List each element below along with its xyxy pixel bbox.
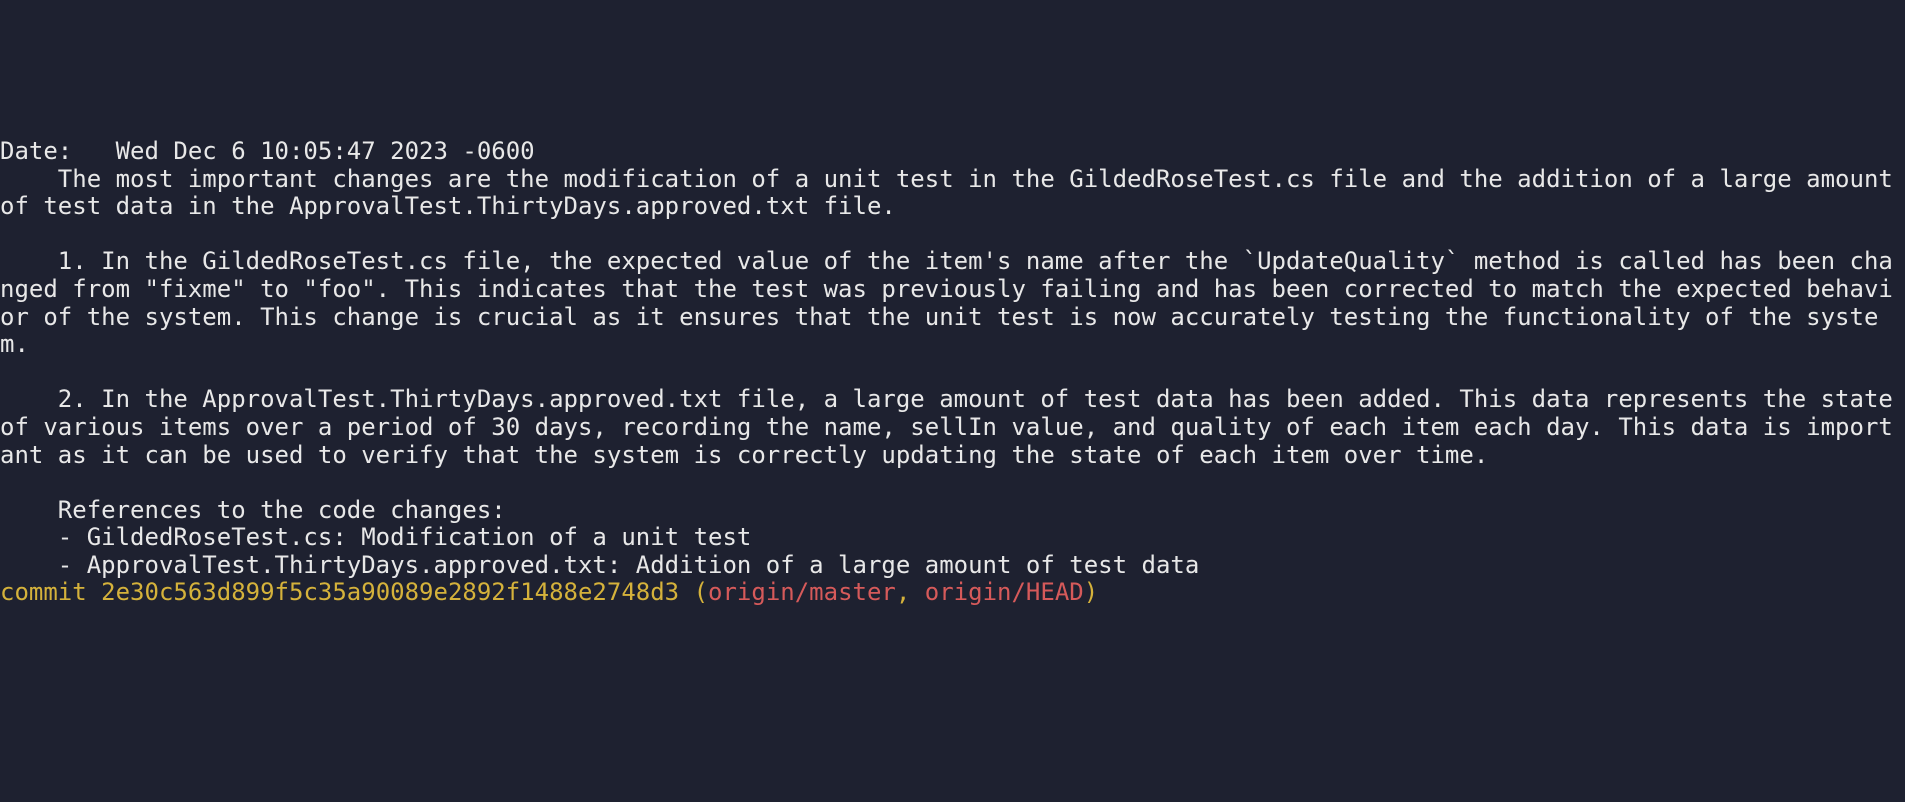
commit-line: commit 2e30c563d899f5c35a90089e2892f1488…: [0, 578, 1098, 606]
commit-label: commit: [0, 578, 101, 606]
commit-hash: 2e30c563d899f5c35a90089e2892f1488e2748d3: [101, 578, 679, 606]
commit-date-line: Date: Wed Dec 6 10:05:47 2023 -0600: [0, 137, 535, 165]
date-value: Wed Dec 6 10:05:47 2023 -0600: [116, 137, 535, 165]
ref-origin-master: origin/master: [708, 578, 896, 606]
ref-separator: ,: [896, 578, 925, 606]
commit-message-body: The most important changes are the modif…: [0, 165, 1905, 579]
ref-open-paren: (: [679, 578, 708, 606]
ref-origin-head: origin/HEAD: [925, 578, 1084, 606]
terminal-output: Date: Wed Dec 6 10:05:47 2023 -0600 The …: [0, 138, 1905, 607]
ref-close-paren: ): [1084, 578, 1098, 606]
date-label: Date:: [0, 137, 116, 165]
